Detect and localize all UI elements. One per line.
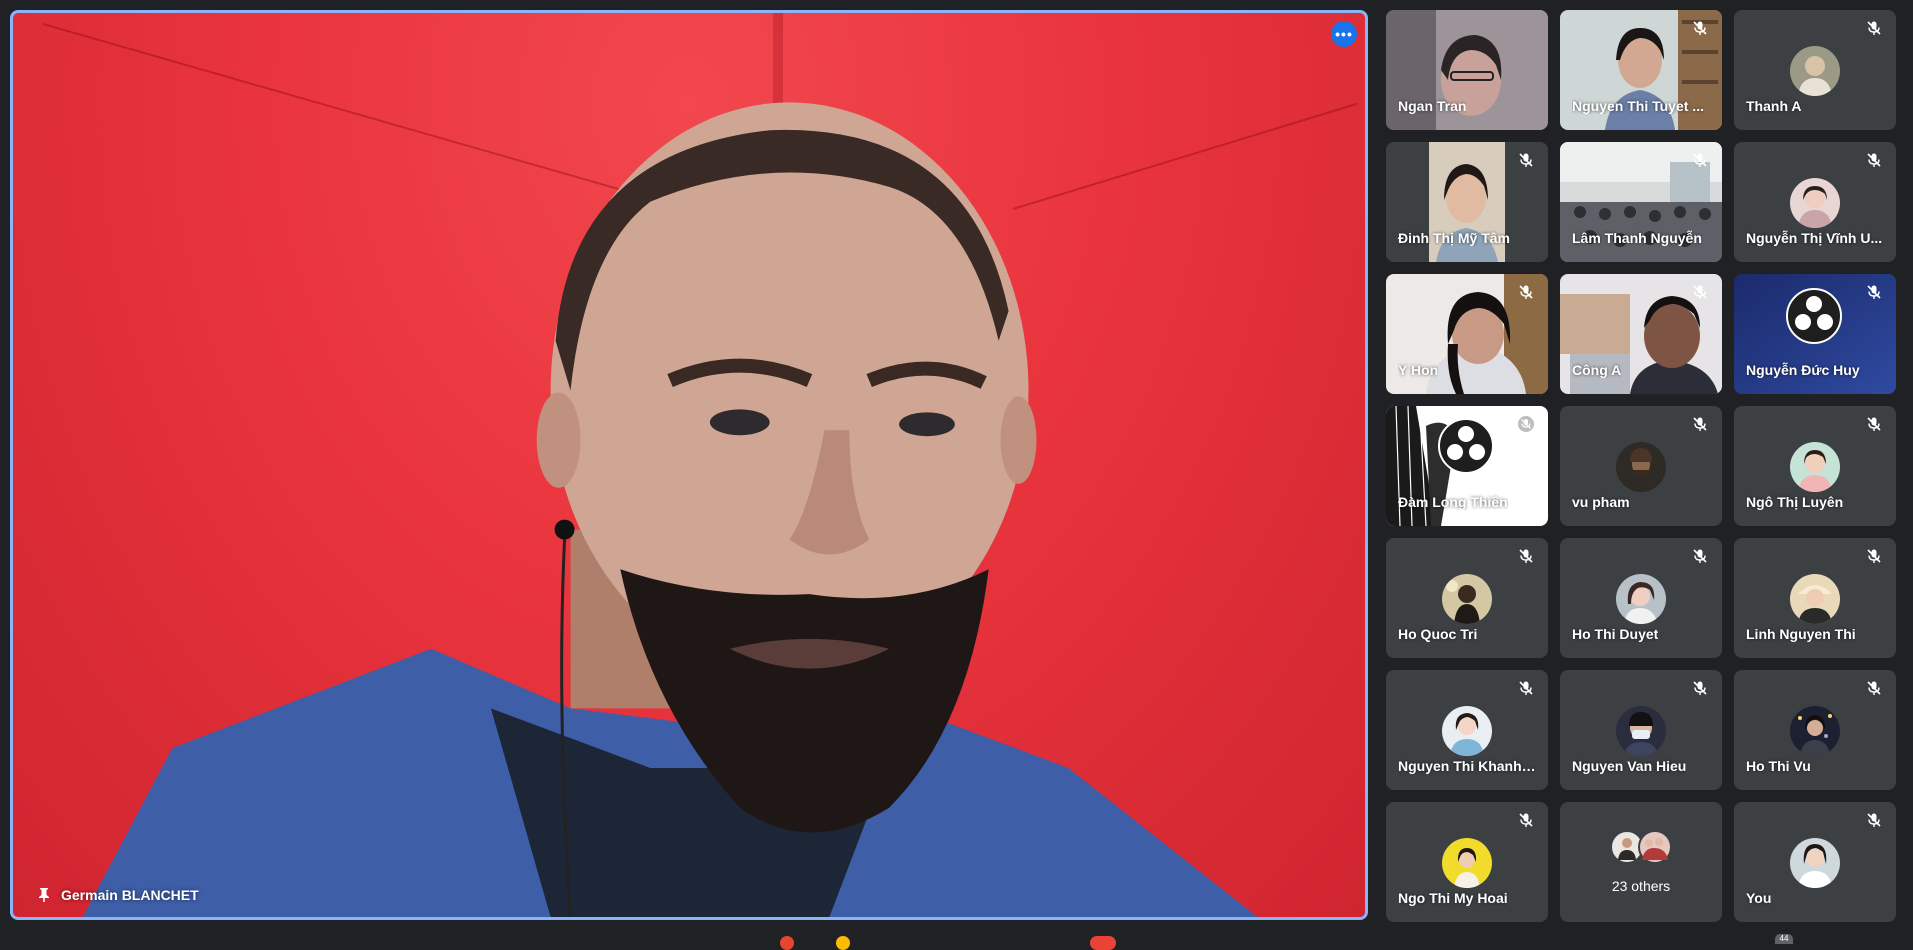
participant-name: vu pham — [1572, 494, 1630, 510]
mic-off-icon — [1693, 417, 1707, 431]
participant-name: Ho Quoc Tri — [1398, 626, 1478, 642]
participant-tile[interactable]: Linh Nguyen Thi — [1734, 538, 1896, 658]
mic-off-icon — [1693, 285, 1707, 299]
participant-name: Ho Thi Duyet — [1572, 626, 1659, 642]
mic-off-icon — [1867, 285, 1881, 299]
speaker-name: Germain BLANCHET — [61, 887, 199, 903]
participant-name: Nguyen Thi Khanh ... — [1398, 758, 1536, 774]
self-tile[interactable]: You — [1734, 802, 1896, 922]
avatar — [1790, 178, 1840, 228]
participant-name: Nguyễn Đức Huy — [1746, 362, 1860, 378]
participant-tile[interactable]: Lâm Thanh Nguyễn — [1560, 142, 1722, 262]
mic-off-icon — [1867, 813, 1881, 827]
mic-off-icon — [1518, 416, 1534, 432]
participant-tile[interactable]: Nguyễn Thị Vĩnh U... — [1734, 142, 1896, 262]
more-options-button[interactable]: ••• — [1331, 21, 1357, 47]
mic-off-icon — [1867, 549, 1881, 563]
mic-off-icon — [1867, 21, 1881, 35]
participant-count-badge[interactable]: 44 — [1775, 934, 1793, 944]
mic-off-icon — [1693, 549, 1707, 563]
participant-name: Đàm Long Thiên — [1398, 494, 1508, 510]
participant-tile[interactable]: Y Hon — [1386, 274, 1548, 394]
participant-name: Ngô Thị Luyên — [1746, 494, 1844, 510]
avatar — [1442, 574, 1492, 624]
main-speaker-video[interactable]: ••• Germain BLANCHET — [10, 10, 1368, 920]
participant-name: Nguyễn Thị Vĩnh U... — [1746, 230, 1883, 246]
participant-name: Nguyen Thi Tuyet ... — [1572, 98, 1704, 114]
participant-name: Nguyen Van Hieu — [1572, 758, 1687, 774]
participant-name: Linh Nguyen Thi — [1746, 626, 1856, 642]
others-tile[interactable]: 23 others — [1560, 802, 1722, 922]
participant-tile[interactable]: Ho Thi Duyet — [1560, 538, 1722, 658]
participant-tile[interactable]: Nguyen Thi Tuyet ... — [1560, 10, 1722, 130]
pin-icon[interactable] — [37, 887, 51, 903]
participant-name: Ngan Tran — [1398, 98, 1467, 114]
mic-off-icon — [1519, 813, 1533, 827]
participant-tile[interactable]: Đinh Thị Mỹ Tâm — [1386, 142, 1548, 262]
participant-name: Thanh A — [1746, 98, 1802, 114]
participant-name: Đinh Thị Mỹ Tâm — [1398, 230, 1510, 246]
participant-tile[interactable]: Thanh A — [1734, 10, 1896, 130]
avatar — [1442, 706, 1492, 756]
control-button[interactable] — [836, 936, 850, 950]
others-count-label: 23 others — [1611, 878, 1671, 894]
mic-off-icon — [1693, 21, 1707, 35]
mic-off-icon — [1867, 681, 1881, 695]
mic-off-icon — [1693, 153, 1707, 167]
avatar — [1790, 574, 1840, 624]
participant-tile[interactable]: Công A — [1560, 274, 1722, 394]
participant-tile[interactable]: Nguyễn Đức Huy — [1734, 274, 1896, 394]
mic-off-icon — [1519, 153, 1533, 167]
mic-off-icon — [1519, 285, 1533, 299]
avatar — [1616, 706, 1666, 756]
mic-off-icon — [1693, 681, 1707, 695]
mic-off-icon — [1867, 417, 1881, 431]
leave-call-button[interactable] — [1090, 936, 1116, 950]
avatar — [1790, 706, 1840, 756]
avatar — [1790, 46, 1840, 96]
participant-tile[interactable]: Ho Thi Vu — [1734, 670, 1896, 790]
control-button[interactable] — [780, 936, 794, 950]
avatar — [1616, 574, 1666, 624]
participant-name: You — [1746, 890, 1772, 906]
avatar — [1790, 442, 1840, 492]
mic-off-icon — [1519, 681, 1533, 695]
speaker-name-label: Germain BLANCHET — [37, 887, 199, 903]
avatar — [1616, 442, 1666, 492]
control-bar — [0, 926, 1913, 944]
participant-tile[interactable]: Ho Quoc Tri — [1386, 538, 1548, 658]
participant-name: Y Hon — [1398, 362, 1439, 378]
participant-name: Lâm Thanh Nguyễn — [1572, 230, 1702, 246]
participant-tile[interactable]: Đàm Long Thiên — [1386, 406, 1548, 526]
participant-name: Ho Thi Vu — [1746, 758, 1811, 774]
participant-tile[interactable]: Ngo Thi My Hoai — [1386, 802, 1548, 922]
mic-off-icon — [1867, 153, 1881, 167]
participant-tile[interactable]: Nguyen Thi Khanh ... — [1386, 670, 1548, 790]
avatar — [1442, 838, 1492, 888]
mic-off-icon — [1519, 549, 1533, 563]
speaker-video-feed — [82, 102, 1258, 917]
participant-tile[interactable]: Ngô Thị Luyên — [1734, 406, 1896, 526]
others-avatar-stack — [1610, 830, 1674, 864]
avatar — [1790, 838, 1840, 888]
participant-tile[interactable]: Nguyen Van Hieu — [1560, 670, 1722, 790]
participant-name: Công A — [1572, 362, 1622, 378]
participant-name: Ngo Thi My Hoai — [1398, 890, 1508, 906]
participant-tile[interactable]: Ngan Tran — [1386, 10, 1548, 130]
participant-tile[interactable]: vu pham — [1560, 406, 1722, 526]
